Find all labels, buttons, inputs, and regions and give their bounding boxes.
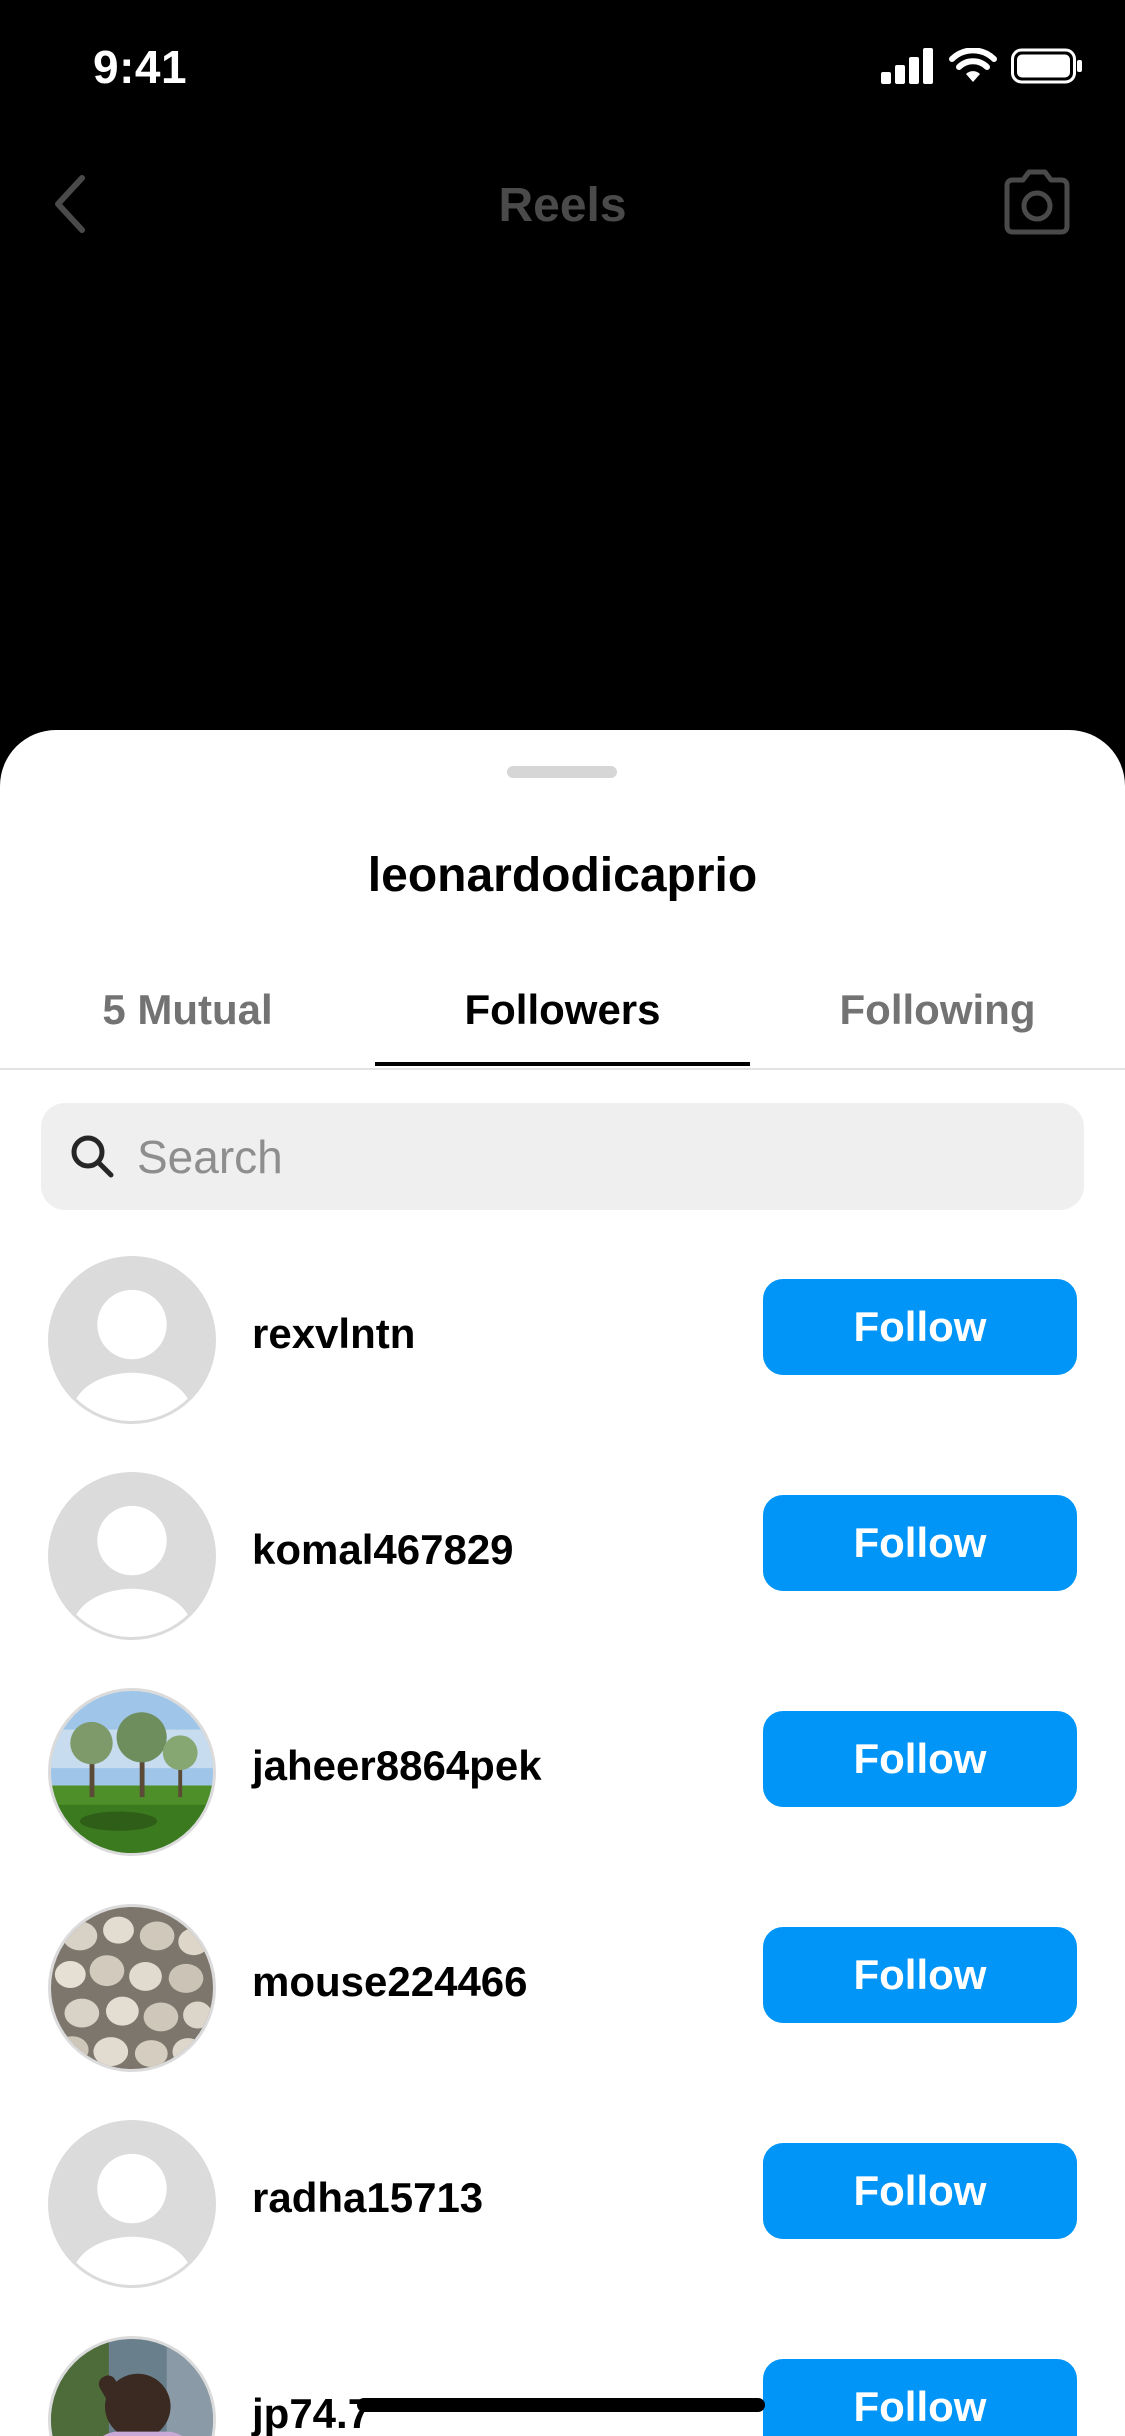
search-bar[interactable] bbox=[41, 1103, 1084, 1210]
follower-row[interactable]: jaheer8864pek Follow bbox=[0, 1674, 1125, 1890]
cellular-signal-icon bbox=[881, 48, 933, 84]
follower-username[interactable]: radha15713 bbox=[252, 2174, 483, 2222]
follower-row[interactable]: jp74.7 Follow bbox=[0, 2322, 1125, 2436]
follower-username[interactable]: jaheer8864pek bbox=[252, 1742, 542, 1790]
camera-icon[interactable] bbox=[999, 166, 1075, 238]
follower-row[interactable]: rexvlntn Follow bbox=[0, 1242, 1125, 1458]
pebbles-photo-icon bbox=[51, 1907, 213, 2069]
person-avatar[interactable] bbox=[48, 2336, 216, 2436]
default-avatar[interactable] bbox=[48, 1472, 216, 1640]
active-tab-indicator bbox=[375, 1062, 750, 1066]
wifi-icon bbox=[949, 48, 997, 82]
follower-row[interactable]: radha15713 Follow bbox=[0, 2106, 1125, 2322]
default-avatar-icon bbox=[51, 2123, 213, 2285]
landscape-photo-icon bbox=[51, 1691, 213, 1853]
person-photo-icon bbox=[51, 2339, 213, 2436]
search-input[interactable] bbox=[137, 1103, 1057, 1210]
follow-button[interactable]: Follow bbox=[763, 1711, 1077, 1807]
battery-icon bbox=[1011, 48, 1082, 84]
nav-bar: Reels bbox=[0, 150, 1125, 260]
home-indicator bbox=[357, 2398, 765, 2412]
follower-row[interactable]: komal467829 Follow bbox=[0, 1458, 1125, 1674]
tab-bar: 5 Mutual Followers Following bbox=[0, 965, 1125, 1070]
landscape-avatar[interactable] bbox=[48, 1688, 216, 1856]
follower-username[interactable]: komal467829 bbox=[252, 1526, 514, 1574]
status-time: 9:41 bbox=[93, 41, 188, 93]
follow-button[interactable]: Follow bbox=[763, 1495, 1077, 1591]
follower-username[interactable]: mouse224466 bbox=[252, 1958, 528, 2006]
tab-mutual[interactable]: 5 Mutual bbox=[0, 965, 375, 1070]
follow-button[interactable]: Follow bbox=[763, 2143, 1077, 2239]
follower-username[interactable]: jp74.7 bbox=[252, 2390, 371, 2436]
status-bar: 9:41 bbox=[0, 0, 1125, 140]
tab-following[interactable]: Following bbox=[750, 965, 1125, 1070]
default-avatar[interactable] bbox=[48, 2120, 216, 2288]
sheet-title: leonardodicaprio bbox=[367, 849, 758, 902]
follow-button[interactable]: Follow bbox=[763, 2359, 1077, 2436]
search-icon bbox=[71, 1135, 114, 1178]
nav-title: Reels bbox=[498, 179, 627, 232]
follower-username[interactable]: rexvlntn bbox=[252, 1310, 415, 1358]
pebbles-avatar[interactable] bbox=[48, 1904, 216, 2072]
follow-button[interactable]: Follow bbox=[763, 1279, 1077, 1375]
follow-button[interactable]: Follow bbox=[763, 1927, 1077, 2023]
status-icons bbox=[881, 48, 1083, 84]
default-avatar[interactable] bbox=[48, 1256, 216, 1424]
tab-followers[interactable]: Followers bbox=[375, 965, 750, 1070]
followers-sheet: leonardodicaprio 5 Mutual Followers Foll… bbox=[0, 730, 1125, 2436]
default-avatar-icon bbox=[51, 1259, 213, 1421]
sheet-grabber[interactable] bbox=[507, 766, 617, 778]
follower-row[interactable]: mouse224466 Follow bbox=[0, 1890, 1125, 2106]
default-avatar-icon bbox=[51, 1475, 213, 1637]
